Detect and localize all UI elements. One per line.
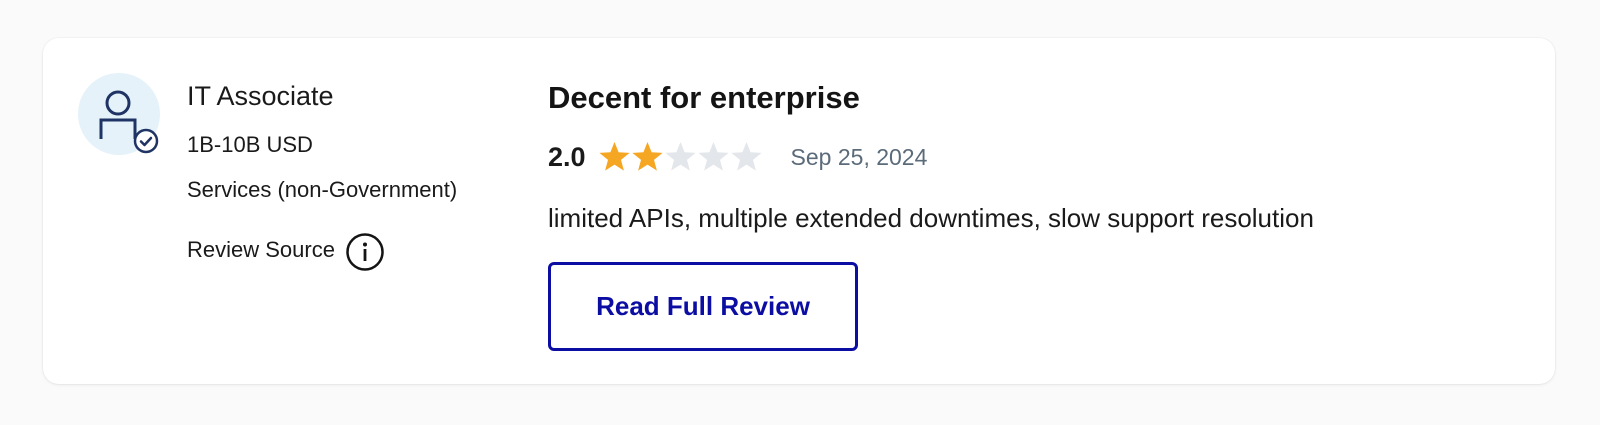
review-summary: limited APIs, multiple extended downtime… <box>548 203 1314 233</box>
star-empty-icon <box>697 142 729 171</box>
review-date: Sep 25, 2024 <box>790 144 928 170</box>
reviewer-company-size: 1B-10B USD <box>187 132 313 157</box>
read-full-review-button[interactable]: Read Full Review <box>548 262 858 351</box>
reviewer-industry: Services (non-Government) <box>187 177 458 202</box>
star-empty-icon <box>730 142 762 171</box>
rating-row: 2.0 Sep 25, 2024 <box>548 141 927 174</box>
star-rating <box>598 141 763 174</box>
reviewer-role: IT Associate <box>187 81 334 111</box>
star-filled-icon <box>598 142 630 171</box>
info-icon[interactable] <box>345 232 385 272</box>
reviewer-avatar <box>78 73 160 155</box>
rating-value: 2.0 <box>548 142 586 172</box>
review-source-label: Review Source <box>187 237 335 262</box>
star-empty-icon <box>664 142 696 171</box>
review-source: Review Source <box>187 224 385 272</box>
review-title: Decent for enterprise <box>548 80 860 115</box>
star-filled-icon <box>631 142 663 171</box>
verified-user-icon <box>99 90 159 154</box>
review-card: IT Associate 1B-10B USD Services (non-Go… <box>43 38 1555 384</box>
